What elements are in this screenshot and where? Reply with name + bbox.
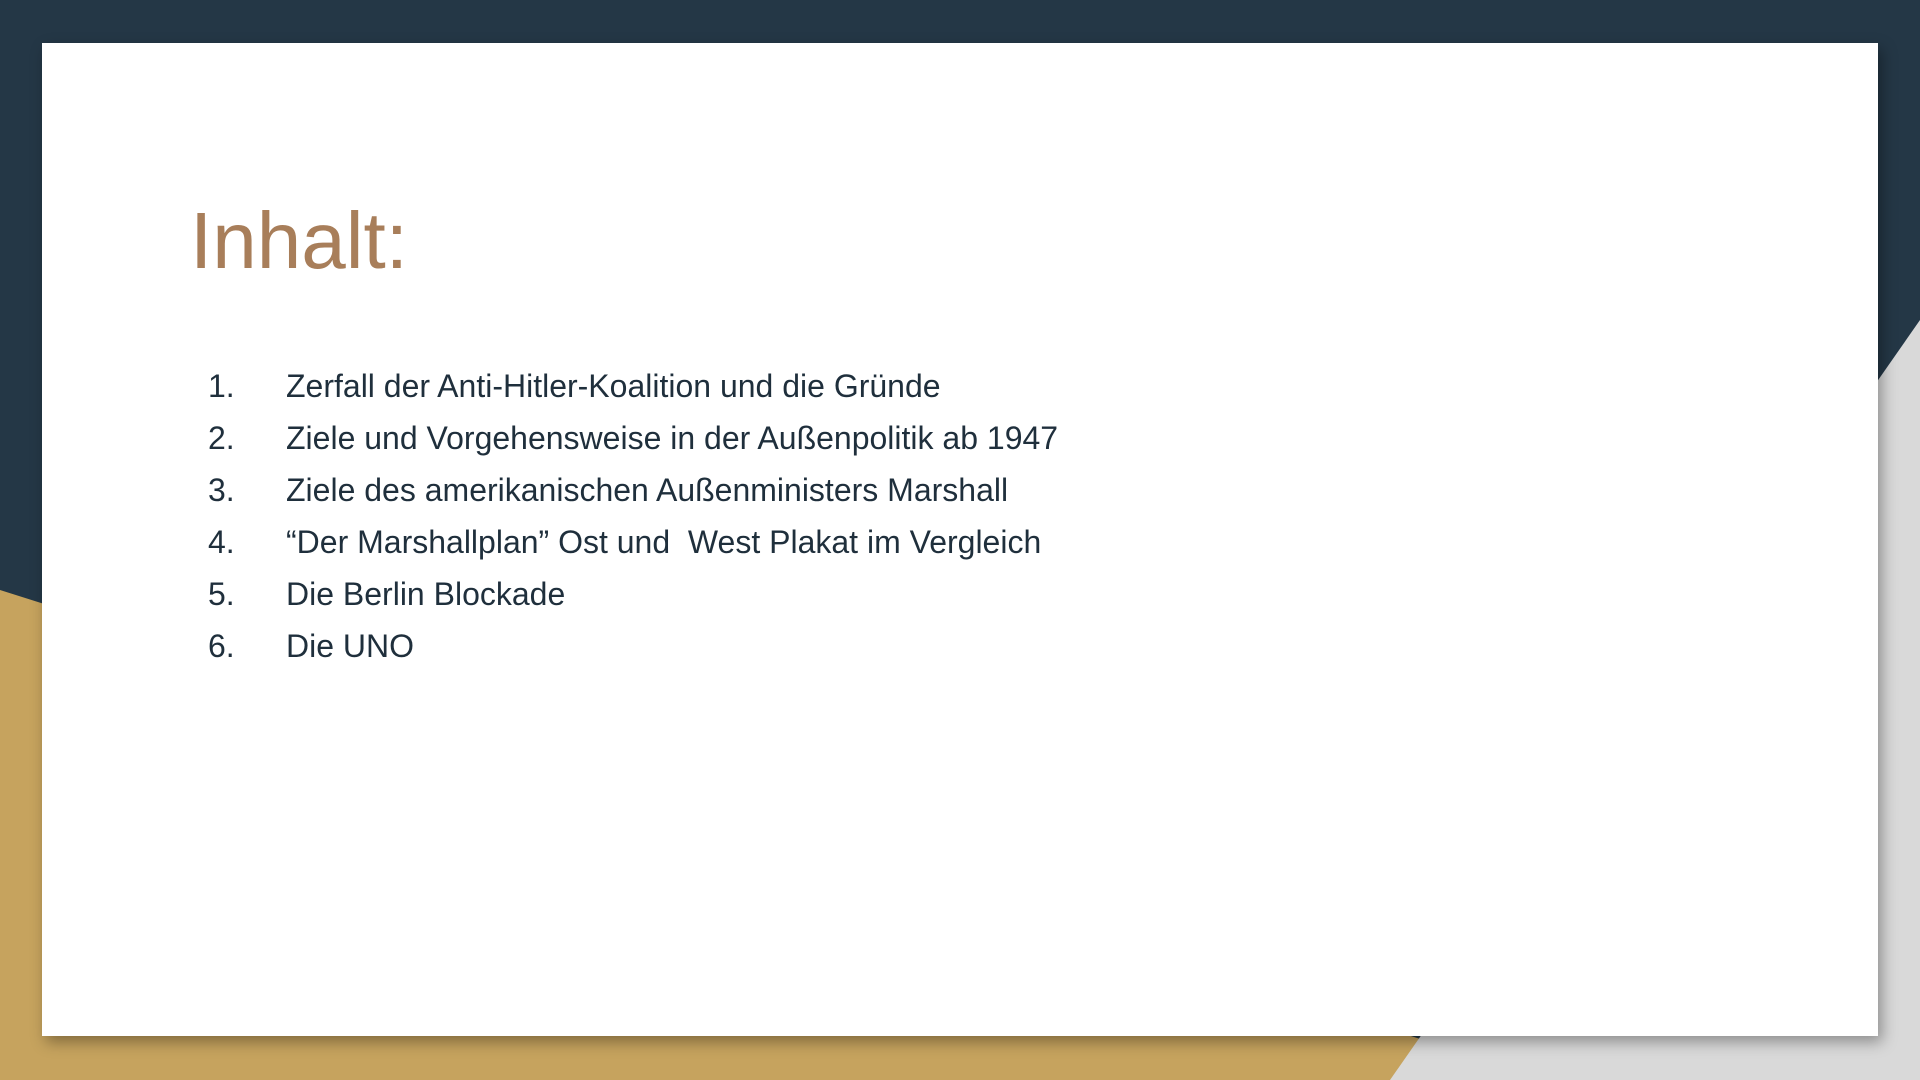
slide-content: Inhalt: 1. Zerfall der Anti-Hitler-Koalit… — [42, 43, 1878, 1036]
list-item-text: Ziele des amerikanischen Außenministers … — [286, 472, 1009, 508]
list-item-number: 3. — [208, 472, 235, 508]
list-item-text: Ziele und Vorgehensweise in der Außenpol… — [286, 420, 1059, 456]
list-item: 6. Die UNO — [208, 620, 1058, 672]
list-item: 5. Die Berlin Blockade — [208, 568, 1058, 620]
list-item: 2. Ziele und Vorgehensweise in der Außenp… — [208, 412, 1058, 464]
list-item-text: Zerfall der Anti-Hitler-Koalition und di… — [286, 368, 941, 404]
list-item-number: 2. — [208, 420, 235, 456]
slide-title: Inhalt: — [190, 196, 408, 285]
list-item-number: 6. — [208, 628, 235, 664]
presentation-canvas: Inhalt: 1. Zerfall der Anti-Hitler-Koalit… — [0, 0, 1920, 1080]
list-item-number: 1. — [208, 368, 235, 404]
list-item-text: Die Berlin Blockade — [286, 576, 566, 612]
list-item-number: 4. — [208, 524, 235, 560]
list-item-text: Die UNO — [286, 628, 415, 664]
list-item: 1. Zerfall der Anti-Hitler-Koalition und … — [208, 360, 1058, 412]
list-item: 3. Ziele des amerikanischen Außenminister… — [208, 464, 1058, 516]
list-item-number: 5. — [208, 576, 235, 612]
list-item-text: “Der Marshallplan” Ost und West Plakat i… — [286, 524, 1042, 560]
list-item: 4. “Der Marshallplan” Ost und West Plakat… — [208, 516, 1058, 568]
table-of-contents: 1. Zerfall der Anti-Hitler-Koalition und … — [208, 360, 1058, 672]
